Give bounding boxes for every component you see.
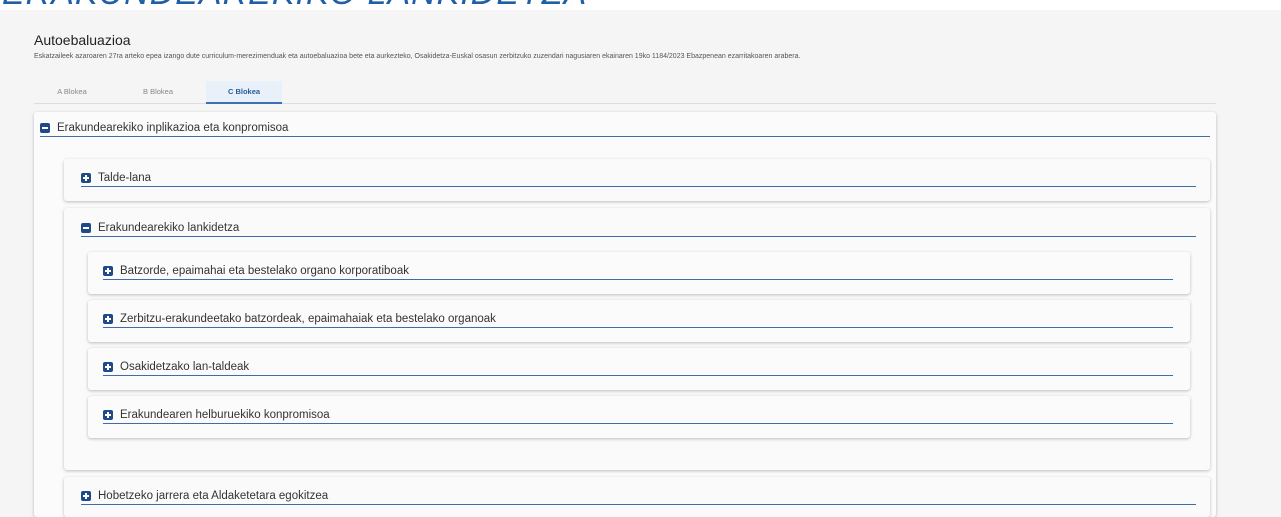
section-panel-main: Erakundearekiko inplikazioa eta konpromi…	[34, 112, 1216, 517]
subsection-label: Batzorde, epaimahai eta bestelako organo…	[120, 265, 409, 277]
subsection-header-zerbitzu[interactable]: Zerbitzu-erakundeetako batzordeak, epaim…	[103, 311, 1173, 328]
subsection-header-batzorde[interactable]: Batzorde, epaimahai eta bestelako organo…	[103, 263, 1173, 280]
collapse-icon[interactable]	[81, 223, 91, 233]
section-label: Erakundearekiko inplikazioa eta konpromi…	[57, 122, 289, 134]
page-description: Eskatzaileek azaroaren 27ra arteko epea …	[34, 53, 801, 60]
subsection-label: Erakundearen helburuekiko konpromisoa	[120, 409, 330, 421]
expand-icon[interactable]	[103, 410, 113, 420]
tab-b-blokea[interactable]: B Blokea	[120, 81, 196, 102]
expand-icon[interactable]	[81, 491, 91, 501]
section-label: Hobetzeko jarrera eta Aldaketetara egoki…	[98, 490, 329, 502]
page-banner-title: ERAKUNDEAREKIKO LANKIDETZA	[0, 0, 1281, 10]
subsection-header-lan-taldeak[interactable]: Osakidetzako lan-taldeak	[103, 359, 1173, 376]
subsection-label: Osakidetzako lan-taldeak	[120, 361, 250, 373]
section-header-hobetzeko[interactable]: Hobetzeko jarrera eta Aldaketetara egoki…	[81, 488, 1196, 505]
section-label: Erakundearekiko lankidetza	[98, 222, 240, 234]
subsection-panel: Erakundearen helburuekiko konpromisoa	[88, 396, 1190, 438]
section-header-main[interactable]: Erakundearekiko inplikazioa eta konpromi…	[40, 120, 1210, 137]
expand-icon[interactable]	[103, 266, 113, 276]
section-panel-lankidetza: Erakundearekiko lankidetza Batzorde, epa…	[64, 208, 1210, 470]
subsection-panel: Batzorde, epaimahai eta bestelako organo…	[88, 252, 1190, 294]
section-header-talde-lana[interactable]: Talde-lana	[81, 170, 1196, 187]
expand-icon[interactable]	[103, 314, 113, 324]
tab-a-blokea[interactable]: A Blokea	[34, 81, 110, 102]
expand-icon[interactable]	[103, 362, 113, 372]
tab-c-blokea[interactable]: C Blokea	[206, 81, 282, 104]
section-panel-talde-lana: Talde-lana	[64, 159, 1210, 201]
section-panel-hobetzeko: Hobetzeko jarrera eta Aldaketetara egoki…	[64, 477, 1210, 517]
page-title: Autoebaluazioa	[34, 32, 131, 48]
subsection-panel: Zerbitzu-erakundeetako batzordeak, epaim…	[88, 300, 1190, 342]
subsection-label: Zerbitzu-erakundeetako batzordeak, epaim…	[120, 313, 496, 325]
collapse-icon[interactable]	[40, 123, 50, 133]
expand-icon[interactable]	[81, 173, 91, 183]
section-header-lankidetza[interactable]: Erakundearekiko lankidetza	[81, 220, 1196, 237]
subsection-panel: Osakidetzako lan-taldeak	[88, 348, 1190, 390]
page-content: Autoebaluazioa Eskatzaileek azaroaren 27…	[0, 10, 1281, 517]
section-label: Talde-lana	[98, 172, 152, 184]
subsection-header-helburuak[interactable]: Erakundearen helburuekiko konpromisoa	[103, 407, 1173, 424]
tab-bar: A Blokea B Blokea C Blokea	[34, 81, 1216, 104]
